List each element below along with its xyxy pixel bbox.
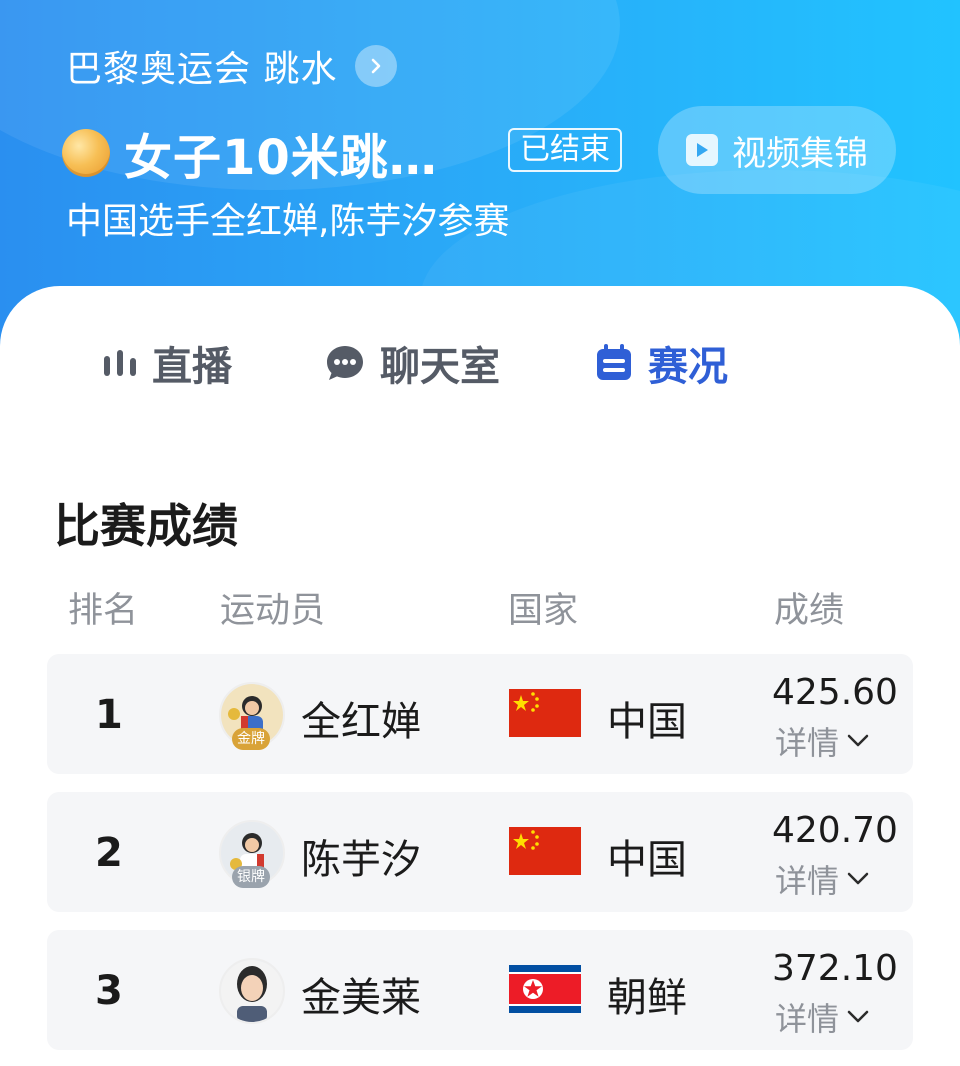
north-korea-flag-icon — [509, 965, 581, 1013]
athlete-avatar — [219, 958, 285, 1024]
medal-badge: 银牌 — [232, 866, 270, 888]
detail-label: 详情 — [775, 1000, 840, 1038]
detail-toggle[interactable]: 详情 — [775, 718, 869, 764]
score: 420.70 — [772, 810, 898, 851]
medal-badge: 金牌 — [232, 728, 270, 750]
table-row[interactable]: 1 金牌 全红婵 中国 425.60 详情 — [47, 654, 913, 774]
tab-results-label: 赛况 — [648, 344, 728, 390]
chevron-right-icon[interactable] — [355, 45, 398, 87]
detail-toggle[interactable]: 详情 — [775, 994, 869, 1040]
score: 372.10 — [772, 948, 898, 989]
results-title: 比赛成绩 — [54, 499, 238, 553]
score: 425.60 — [772, 672, 898, 713]
country-name: 朝鲜 — [607, 975, 687, 1021]
event-name[interactable]: 巴黎奥运会 跳水 — [66, 40, 337, 92]
tab-results[interactable]: 赛况 — [594, 334, 728, 392]
athlete-name[interactable]: 陈芋汐 — [301, 827, 421, 885]
chat-bubble-icon — [324, 343, 366, 383]
column-header-country: 国家 — [508, 591, 579, 631]
content-card: 直播 聊天室 赛况 比赛成绩 排名 运动员 国家 成绩 1 金牌 全红婵 中国 … — [0, 286, 960, 1066]
event-subtitle: 中国选手全红婵,陈芋汐参赛 — [66, 201, 510, 242]
tab-live-label: 直播 — [152, 344, 232, 390]
chevron-down-icon — [847, 872, 869, 885]
rank: 3 — [95, 968, 123, 1014]
video-highlights-button[interactable]: 视频集锦 — [658, 106, 896, 194]
athlete-name[interactable]: 全红婵 — [301, 689, 421, 747]
live-bars-icon — [102, 348, 138, 378]
detail-label: 详情 — [775, 724, 840, 762]
detail-toggle[interactable]: 详情 — [775, 856, 869, 902]
detail-label: 详情 — [775, 862, 840, 900]
rank: 2 — [95, 830, 123, 876]
tab-live[interactable]: 直播 — [102, 334, 232, 392]
video-highlights-label: 视频集锦 — [732, 133, 868, 174]
play-icon — [686, 134, 718, 166]
event-row[interactable]: 巴黎奥运会 跳水 — [66, 40, 398, 92]
chevron-down-icon — [847, 1010, 869, 1023]
table-row[interactable]: 2 银牌 陈芋汐 中国 420.70 详情 — [47, 792, 913, 912]
tab-chat[interactable]: 聊天室 — [324, 334, 500, 392]
calendar-icon — [594, 343, 634, 383]
event-title-row: 女子10米跳… — [62, 118, 454, 188]
rank: 1 — [95, 692, 123, 738]
tab-chat-label: 聊天室 — [380, 344, 500, 390]
medal-icon — [62, 129, 110, 177]
country-name: 中国 — [607, 699, 687, 745]
tab-bar: 直播 聊天室 赛况 — [0, 286, 960, 436]
status-badge: 已结束 — [508, 128, 622, 172]
column-header-athlete: 运动员 — [220, 591, 326, 631]
event-title: 女子10米跳… — [124, 130, 438, 186]
country-name: 中国 — [607, 837, 687, 883]
china-flag-icon — [509, 827, 581, 875]
column-header-score: 成绩 — [774, 591, 845, 631]
athlete-name[interactable]: 金美莱 — [301, 965, 421, 1023]
china-flag-icon — [509, 689, 581, 737]
table-row[interactable]: 3 金美莱 朝鲜 372.10 详情 — [47, 930, 913, 1050]
column-header-rank: 排名 — [68, 591, 139, 631]
chevron-down-icon — [847, 734, 869, 747]
